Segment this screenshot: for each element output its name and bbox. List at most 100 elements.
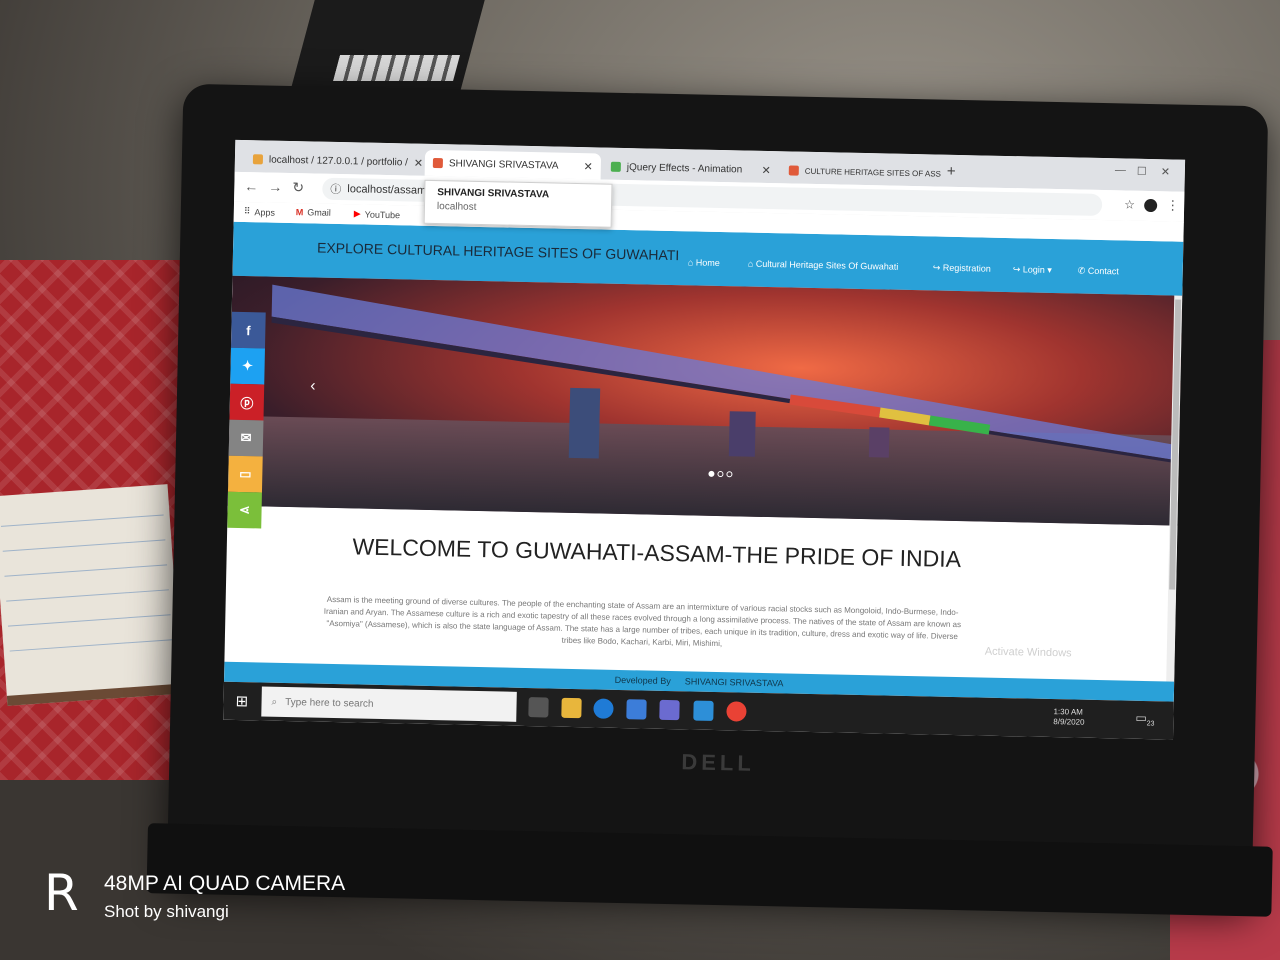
laptop-brand-logo: DELL [681,749,756,776]
nav-label: Registration [942,262,991,274]
pinterest-icon[interactable]: ⓟ [229,383,265,421]
windows-start-icon[interactable]: ⊞ [235,692,248,710]
nav-label: Cultural Heritage Sites Of Guwahati [755,258,899,272]
footer-label: Developed By [614,674,671,687]
bookmark-label: YouTube [364,209,401,220]
tab-hover-tooltip: SHIVANGI SRIVASTAVA localhost [423,179,613,228]
w3-favicon-icon [610,161,621,172]
forward-arrow-icon[interactable]: → [268,179,282,195]
strap-stripe [333,55,460,81]
phpmyadmin-favicon-icon [252,154,264,165]
chrome-icon[interactable] [726,701,747,722]
task-view-icon[interactable] [528,697,549,718]
activate-windows-watermark: Activate Windows [984,645,1072,660]
bookmark-label: Gmail [307,207,331,218]
back-arrow-icon[interactable]: ← [244,178,258,194]
nav-contact[interactable]: ✆ Contact [1078,265,1119,277]
bridge-pillar [868,427,890,458]
bridge-pillar [728,411,756,457]
laptop: localhost / 127.0.0.1 / portfolio / ✕ SH… [146,83,1273,917]
bookmark-apps[interactable]: ⠿ Apps [244,206,275,218]
welcome-heading: WELCOME TO GUWAHATI-ASSAM-THE PRIDE OF I… [352,533,962,573]
share-icon[interactable]: ⋖ [227,491,262,529]
file-explorer-icon[interactable] [561,697,582,719]
nav-registration[interactable]: ↪ Registration [933,262,991,274]
clock-date: 8/9/2020 [1053,717,1085,727]
tab-phpmyadmin[interactable]: localhost / 127.0.0.1 / portfolio / ✕ [245,146,423,176]
site-title[interactable]: EXPLORE CULTURAL HERITAGE SITES OF GUWAH… [317,240,680,264]
youtube-icon: ▶ [353,208,361,219]
camera-r-logo-icon: R [44,864,79,922]
reload-icon[interactable]: ↻ [292,179,304,196]
bookmark-gmail[interactable]: M Gmail [296,207,331,218]
web-page: EXPLORE CULTURAL HERITAGE SITES OF GUWAH… [223,221,1184,702]
nav-label: Home [695,257,720,268]
nav-label: Contact [1087,265,1119,277]
nav-login[interactable]: ↪ Login ▾ [1013,264,1052,276]
system-tray-clock[interactable]: 1:30 AM 8/9/2020 [1053,707,1085,728]
tooltip-title: SHIVANGI SRIVASTAVA [437,187,550,201]
tab-jquery[interactable]: jQuery Effects - Animation ✕ [603,154,780,184]
site-favicon-icon [432,157,443,169]
social-share-bar: f ✦ ⓟ ✉ ▭ ⋖ [227,311,266,529]
site-favicon-icon [788,165,799,176]
window-close-icon[interactable]: ✕ [1161,165,1170,178]
edge-icon[interactable] [593,698,614,719]
intro-paragraph: Assam is the meeting ground of diverse c… [323,594,962,649]
notification-count: 23 [1146,720,1155,728]
bridge-pillar [568,387,601,459]
bookmark-label: Apps [254,206,276,218]
carousel-dot[interactable] [726,471,733,478]
tab-title: SHIVANGI SRIVASTAVA [448,157,559,172]
store-icon[interactable] [659,699,680,721]
bridge-deck [271,316,1179,464]
close-icon[interactable]: ✕ [584,160,593,173]
tab-title: jQuery Effects - Animation [626,161,743,175]
mail-icon[interactable] [626,699,647,720]
maximize-icon[interactable]: ☐ [1137,165,1147,178]
info-icon[interactable]: ⓘ [330,181,341,197]
tab-title: CULTURE HERITAGE SITES OF ASS [804,166,942,179]
nav-heritage-sites[interactable]: ⌂ Cultural Heritage Sites Of Guwahati [748,259,899,272]
bookmark-star-icon[interactable]: ☆ [1124,197,1135,211]
bridge-illustration [271,284,1180,464]
twitter-icon[interactable]: ✦ [230,347,265,385]
hero-carousel[interactable]: ‹ [227,275,1183,526]
profile-avatar[interactable] [1144,198,1158,213]
notebook-line [0,514,164,527]
tab-title: localhost / 127.0.0.1 / portfolio / [268,154,408,168]
carousel-prev-icon[interactable]: ‹ [310,377,316,395]
taskbar-search-box[interactable]: ⌕ Type here to search [261,686,517,722]
bookmark-youtube[interactable]: ▶ YouTube [354,208,401,220]
notebook-line [4,564,168,577]
carousel-dot[interactable] [717,470,724,478]
tab-culture[interactable]: CULTURE HERITAGE SITES OF ASS ✕ [781,157,944,186]
laptop-screen: localhost / 127.0.0.1 / portfolio / ✕ SH… [223,139,1186,740]
camera-watermark-line2: Shot by shivangi [104,902,229,921]
close-icon[interactable]: ✕ [414,156,423,169]
gmail-icon: M [295,207,304,218]
vscode-icon[interactable] [693,700,714,721]
tooltip-host: localhost [436,201,477,213]
bridge-truss [271,284,1180,461]
address-text: localhost/assam [347,183,427,197]
sms-icon[interactable]: ▭ [227,455,263,493]
tab-shivangi[interactable]: SHIVANGI SRIVASTAVA ✕ [424,149,602,180]
camera-watermark-line1: 48MP AI QUAD CAMERA [104,872,346,895]
minimize-icon[interactable]: — [1115,164,1126,176]
notebook-line [9,639,173,652]
search-placeholder: Type here to search [285,696,374,710]
notification-center-icon[interactable]: ▭23 [1135,711,1154,728]
notebook-line [6,589,169,602]
carousel-dot[interactable] [708,470,715,477]
clock-time: 1:30 AM [1053,707,1083,717]
browser-menu-icon[interactable]: ⋮ [1166,197,1179,213]
facebook-icon[interactable]: f [230,311,266,349]
nav-home[interactable]: ⌂ Home [688,257,720,268]
new-tab-button[interactable]: + [947,163,956,180]
nav-label: Login [1022,264,1045,275]
search-icon: ⌕ [271,696,278,708]
close-icon[interactable]: ✕ [761,163,770,176]
email-icon[interactable]: ✉ [228,419,264,457]
carousel-indicators [708,470,733,478]
